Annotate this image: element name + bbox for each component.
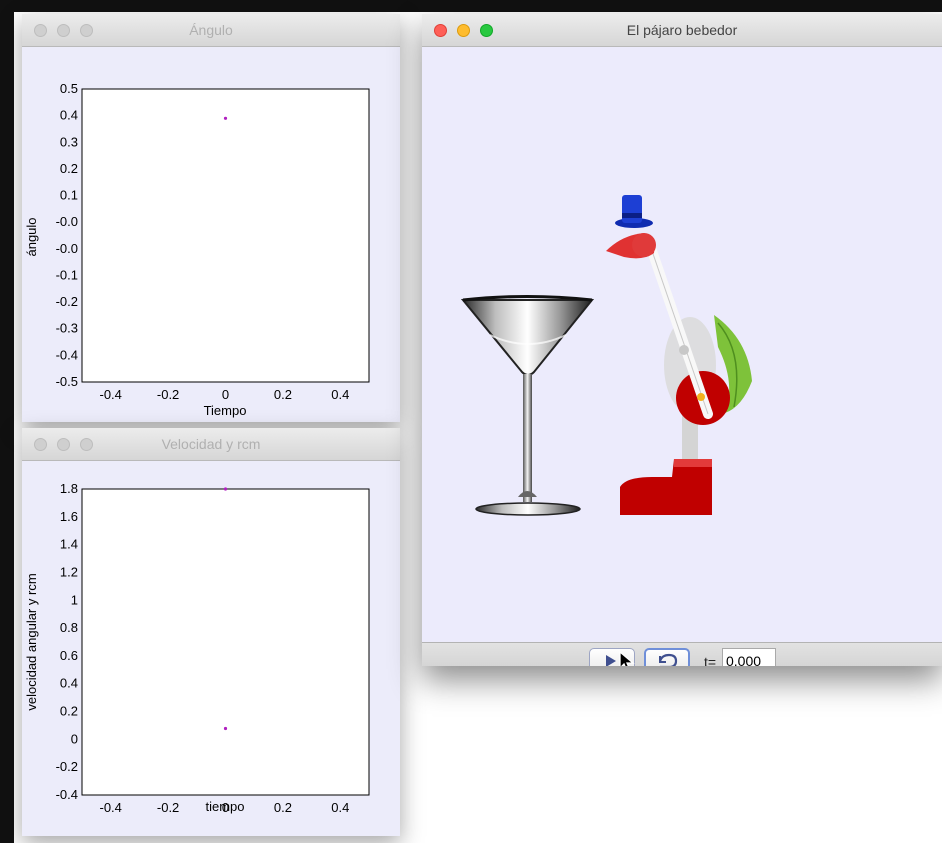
- reset-button[interactable]: [644, 648, 690, 666]
- reset-icon: [658, 653, 678, 666]
- angle-y-tick-label: 0.3: [60, 134, 78, 149]
- angle-x-tick-label: -0.2: [157, 387, 179, 402]
- angle-window-titlebar[interactable]: Ángulo: [22, 14, 400, 47]
- bird-window-titlebar[interactable]: El pájaro bebedor: [422, 14, 942, 47]
- velocity-y-tick-label: 0.4: [60, 676, 78, 691]
- velocity-y-tick-label: 1: [71, 592, 78, 607]
- velocity-y-tick-label: 1.4: [60, 537, 78, 552]
- angle-x-tick-label: 0: [222, 387, 229, 402]
- angle-x-tick-label: 0.2: [274, 387, 292, 402]
- time-input[interactable]: [722, 648, 776, 666]
- angle-y-tick-label: 0.1: [60, 188, 78, 203]
- velocity-data-point: [223, 726, 228, 731]
- velocity-x-tick-label: 0: [222, 800, 229, 815]
- velocity-window: Velocidad y rcm tiempo velocidad angular…: [22, 428, 400, 836]
- angle-window-title: Ángulo: [189, 22, 233, 38]
- velocity-plot: tiempo velocidad angular y rcm -0.4 -0.2 0…: [24, 481, 370, 815]
- velocity-y-axis-label: velocidad angular y rcm: [24, 573, 39, 710]
- time-label: t=: [704, 654, 717, 666]
- desktop-top-edge: [0, 0, 942, 12]
- desktop-left-edge: [0, 0, 14, 843]
- velocity-window-title: Velocidad y rcm: [161, 436, 261, 452]
- angle-y-tick-label: -0.1: [56, 267, 78, 282]
- angle-y-tick-label: 0.5: [60, 81, 78, 96]
- angle-y-tick-label: -0.5: [56, 374, 78, 389]
- velocity-x-tick-label: 0.4: [331, 800, 349, 815]
- glass-icon: [460, 295, 595, 516]
- angle-plot-area: [81, 88, 370, 383]
- velocity-x-tick-label: -0.2: [157, 800, 179, 815]
- angle-x-tick-label: 0.4: [331, 387, 349, 402]
- velocity-y-tick-label: 0.6: [60, 648, 78, 663]
- angle-window: Ángulo Tiempo ángulo -0.4 -0.2 0 0.2 0.4 0.5 0…: [22, 14, 400, 422]
- angle-plot: Tiempo ángulo -0.4 -0.2 0 0.2 0.4 0.5 0.4 0.3 0.…: [24, 81, 370, 418]
- velocity-y-tick-label: 0.2: [60, 704, 78, 719]
- angle-y-tick-label: -0.4: [56, 347, 78, 362]
- angle-x-tick-label: -0.4: [99, 387, 121, 402]
- angle-y-tick-label: 0.4: [60, 108, 78, 123]
- angle-data-point: [223, 116, 228, 120]
- angle-y-axis-label: ángulo: [24, 217, 39, 256]
- velocity-y-tick-label: 1.2: [60, 564, 78, 579]
- angle-y-tick-label: -0.0: [56, 214, 78, 229]
- velocity-plot-area: [81, 488, 370, 796]
- velocity-x-tick-label: -0.4: [99, 800, 121, 815]
- angle-y-tick-label: -0.0: [56, 241, 78, 256]
- velocity-y-tick-label: 0.8: [60, 620, 78, 635]
- drinking-bird-window: El pájaro bebedor t= 0.000: [422, 14, 942, 666]
- drinking-bird-icon: [606, 195, 752, 515]
- angle-y-tick-label: 0.2: [60, 161, 78, 176]
- velocity-x-tick-label: 0.2: [274, 800, 292, 815]
- velocity-y-tick-label: 1.8: [60, 481, 78, 496]
- velocity-window-titlebar[interactable]: Velocidad y rcm: [22, 428, 400, 461]
- velocity-y-tick-label: 0: [71, 731, 78, 746]
- simulation-canvas[interactable]: [422, 47, 942, 642]
- angle-x-axis-label: Tiempo: [204, 403, 247, 418]
- angle-y-tick-label: -0.2: [56, 294, 78, 309]
- velocity-y-tick-label: -0.2: [56, 759, 78, 774]
- velocity-y-tick-label: 1.6: [60, 509, 78, 524]
- velocity-data-point: [223, 487, 228, 491]
- mouse-cursor-icon: [619, 650, 635, 666]
- angle-y-tick-label: -0.3: [56, 321, 78, 336]
- playback-toolbar: t=: [422, 642, 942, 666]
- bird-window-title: El pájaro bebedor: [626, 22, 738, 38]
- velocity-y-tick-label: -0.4: [56, 787, 78, 802]
